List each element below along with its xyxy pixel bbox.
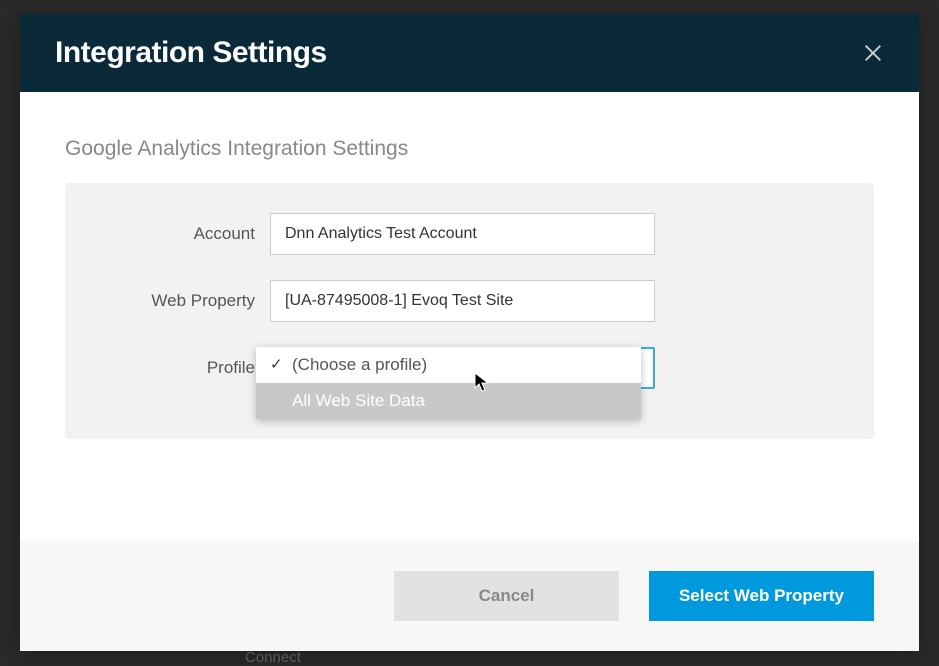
modal-body: Google Analytics Integration Settings Ac… [20, 92, 919, 541]
form-panel: Account Web Property Profile (Choose a p… [65, 183, 874, 439]
modal-footer: Cancel Select Web Property [20, 541, 919, 651]
account-row: Account [95, 213, 844, 255]
profile-option-all-web-site-data[interactable]: All Web Site Data [256, 383, 641, 419]
profile-row: Profile (Choose a profile) All Web Site … [95, 347, 844, 389]
web-property-row: Web Property [95, 280, 844, 322]
web-property-input[interactable] [270, 280, 655, 322]
profile-option-placeholder[interactable]: (Choose a profile) [256, 347, 641, 383]
profile-select-wrapper: (Choose a profile) All Web Site Data [270, 347, 655, 389]
modal-title: Integration Settings [55, 36, 327, 70]
account-label: Account [95, 224, 270, 244]
account-input[interactable] [270, 213, 655, 255]
section-title: Google Analytics Integration Settings [65, 137, 874, 161]
profile-label: Profile [95, 358, 270, 378]
profile-dropdown-menu: (Choose a profile) All Web Site Data [256, 347, 641, 419]
close-button[interactable] [862, 42, 884, 64]
cancel-button[interactable]: Cancel [394, 571, 619, 621]
web-property-label: Web Property [95, 291, 270, 311]
background-connect-text: Connect [245, 649, 301, 666]
select-web-property-button[interactable]: Select Web Property [649, 571, 874, 621]
integration-settings-modal: Integration Settings Google Analytics In… [20, 14, 919, 651]
modal-header: Integration Settings [20, 14, 919, 92]
close-icon [862, 42, 884, 64]
